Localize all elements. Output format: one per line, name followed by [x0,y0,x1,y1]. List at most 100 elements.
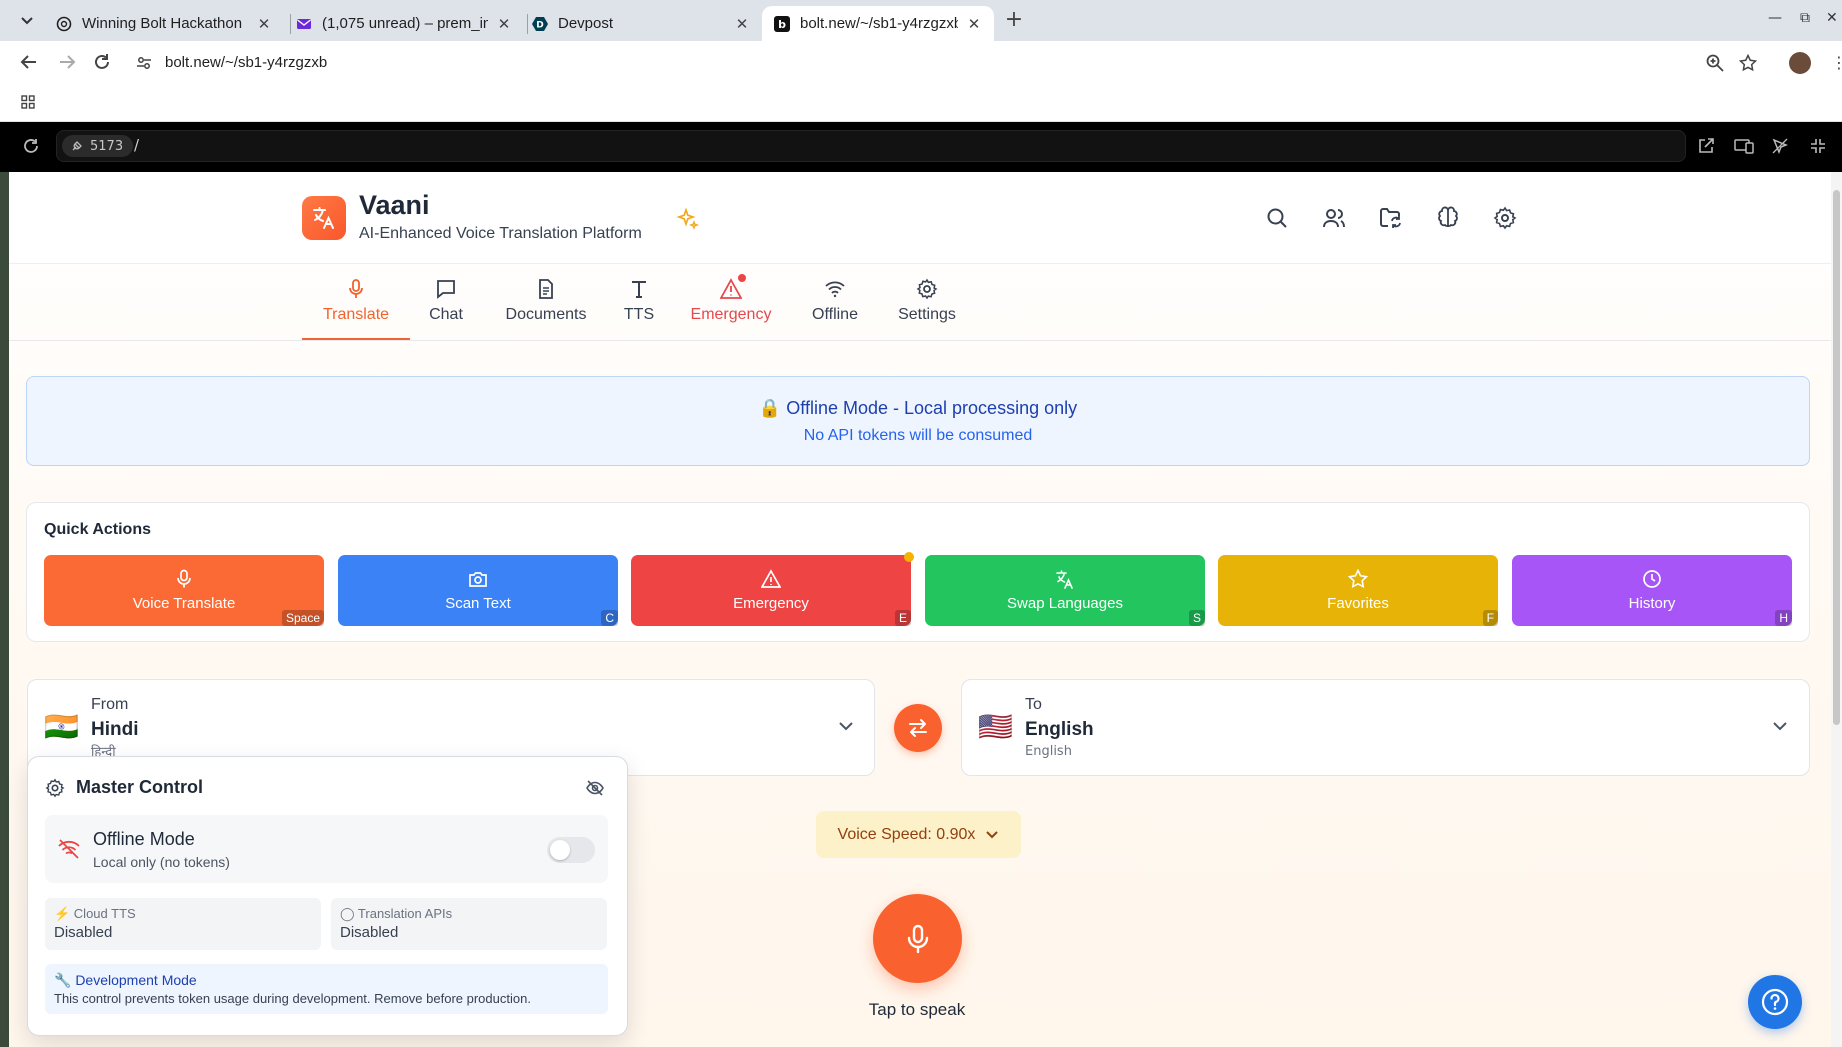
mic-label: Tap to speak [868,1000,966,1019]
emergency-button[interactable]: Emergency E [631,555,911,626]
from-label: From [91,696,129,713]
close-tab-icon[interactable]: ✕ [256,16,272,33]
browser-menu-icon[interactable]: ⋮ [1831,53,1842,72]
chevron-down-icon[interactable] [1772,721,1788,731]
mic-icon [907,924,928,953]
tab-emergency[interactable]: Emergency [682,278,780,340]
document-icon [539,279,553,299]
inspect-cursor-icon[interactable] [1771,137,1789,155]
button-label: Scan Text [445,595,511,612]
browser-tab[interactable]: Winning Bolt Hackathon ✕ [44,6,284,41]
tab-tts[interactable]: TTS [618,278,660,340]
tab-offline[interactable]: Offline [802,278,868,340]
voice-translate-button[interactable]: Voice Translate Space [44,555,324,626]
offline-banner [26,376,1810,466]
reload-icon[interactable] [93,53,111,71]
close-window-icon[interactable]: ✕ [1826,10,1838,26]
address-bar[interactable] [126,47,1766,81]
to-flag: 🇺🇸 [978,710,1013,743]
preview-reload-icon[interactable] [22,137,40,155]
voice-speed-dropdown[interactable]: Voice Speed: 0.90x [816,811,1021,858]
tab-title: bolt.new/~/sb1-y4rzgzxb [800,15,958,32]
camera-icon [469,572,487,587]
translate-icon [1056,570,1073,589]
swap-languages-button[interactable]: Swap Languages S [925,555,1205,626]
back-icon[interactable] [20,53,38,71]
tab-settings[interactable]: Settings [892,278,962,340]
voice-speed-label: Voice Speed: 0.90x [837,825,976,843]
swap-arrows-icon [909,719,927,737]
eye-off-icon[interactable] [585,778,605,798]
scan-text-button[interactable]: Scan Text C [338,555,618,626]
favorites-button[interactable]: Favorites F [1218,555,1498,626]
button-label: Voice Translate [132,595,236,612]
new-tab-button[interactable]: + [1003,9,1025,32]
swap-languages-round-button[interactable] [894,704,942,752]
tab-label: Translate [322,306,390,323]
help-circle-icon [1761,988,1789,1016]
app-subtitle: AI-Enhanced Voice Translation Platform [359,225,642,242]
record-mic-button[interactable] [873,894,962,983]
minimize-icon[interactable]: — [1768,10,1782,26]
tab-title: Devpost [558,15,614,32]
button-label: Swap Languages [1007,595,1123,612]
apps-grid-icon[interactable] [21,95,35,109]
mic-icon [177,569,191,588]
bookmarks-bar [0,82,1842,122]
chat-icon [437,280,455,299]
collapse-icon[interactable] [1809,137,1827,155]
zoom-icon[interactable] [1706,54,1724,72]
to-language-native: English [1025,744,1072,759]
shortcut-key: H [1775,610,1792,626]
search-icon[interactable] [1265,206,1291,232]
tab-documents[interactable]: Documents [496,278,596,340]
button-label: History [1628,595,1676,612]
folder-sync-icon[interactable] [1379,206,1405,232]
close-tab-icon[interactable]: ✕ [496,16,512,33]
tab-search-button[interactable] [14,10,40,32]
browser-tab[interactable]: (1,075 unread) – prem_in ✕ [284,6,524,41]
gear-icon [916,278,938,300]
shortcut-key: C [601,610,618,626]
open-new-window-icon[interactable] [1697,137,1715,155]
help-button[interactable] [1748,975,1802,1029]
svg-text:D: D [536,20,543,30]
svg-text:b: b [778,18,786,31]
wifi-icon [825,281,845,298]
active-tab-indicator [302,338,410,340]
star-icon [1348,569,1368,589]
cloud-tts-value: Disabled [54,924,113,941]
from-language-name: Hindi [91,719,139,740]
app-header [9,172,1831,264]
port-selector[interactable]: 5173 [62,135,134,157]
brain-icon[interactable] [1436,206,1462,232]
browser-tab-active[interactable]: b bolt.new/~/sb1-y4rzgzxb ✕ [762,6,994,41]
tab-chat[interactable]: Chat [420,278,472,340]
site-info-icon[interactable] [136,55,152,71]
device-preview-icon[interactable] [1734,137,1754,155]
close-tab-icon[interactable]: ✕ [734,16,750,33]
preview-url-field[interactable] [56,130,1686,162]
gear-icon [45,778,65,798]
tab-label: Offline [812,306,858,323]
tab-translate[interactable]: Translate [302,278,410,340]
to-label: To [1025,696,1042,713]
settings-gear-icon[interactable] [1493,206,1519,232]
scrollbar-thumb[interactable] [1833,190,1840,725]
tab-title: Winning Bolt Hackathon [82,15,243,32]
close-tab-icon[interactable]: ✕ [966,16,982,33]
profile-avatar[interactable] [1789,52,1811,74]
browser-tab[interactable]: D Devpost ✕ [520,6,762,41]
maximize-icon[interactable]: ⧉ [1800,10,1810,26]
text-icon [632,281,646,298]
clock-icon [1643,570,1661,588]
chevron-down-icon[interactable] [838,721,854,731]
emergency-notification-dot [904,552,914,562]
forward-icon[interactable] [58,53,76,71]
users-icon[interactable] [1322,206,1348,232]
history-button[interactable]: History H [1512,555,1792,626]
bookmark-star-icon[interactable] [1739,54,1757,72]
shortcut-key: Space [281,610,324,626]
button-label: Favorites [1327,595,1389,612]
button-label: Emergency [733,595,809,612]
